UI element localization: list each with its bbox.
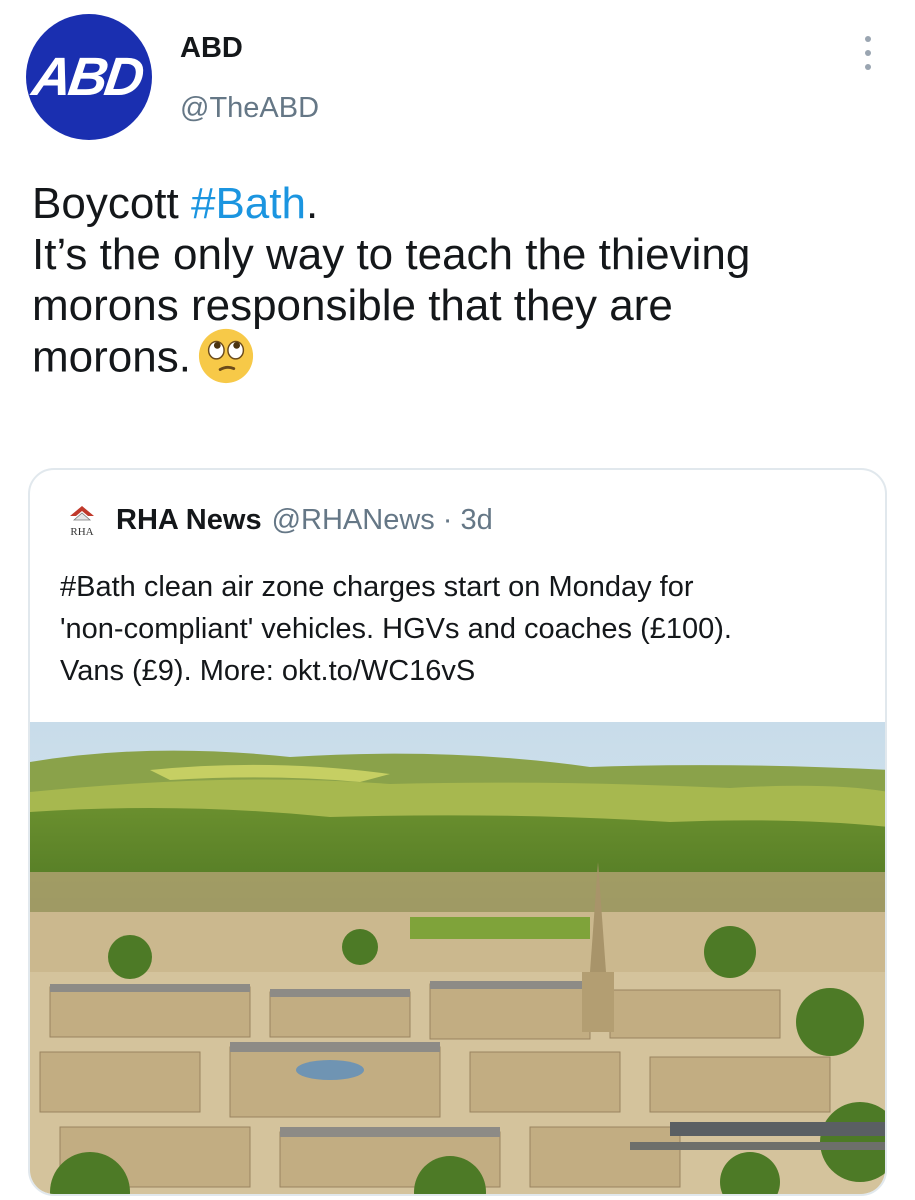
more-dot [865,50,871,56]
more-dot [865,64,871,70]
author-handle[interactable]: @TheABD [180,92,319,125]
quoted-text-line: #Bath clean air zone charges start on Mo… [60,571,694,603]
rolling-eyes-emoji-icon [198,328,254,384]
rha-logo-icon: RHA [70,506,94,538]
rha-logo-text: RHA [70,526,93,538]
quoted-separator: · [442,503,453,536]
more-options-icon[interactable] [858,36,878,70]
tweet-text-fragment: . [305,179,319,228]
tweet-line-1: Boycott #Bath. [32,178,892,229]
quoted-timestamp: 3d [460,503,493,536]
avatar[interactable]: ABD [26,14,152,140]
more-dot [865,36,871,42]
quoted-display-name: RHA News [116,503,262,536]
hashtag-link[interactable]: #Bath [191,179,306,228]
tweet-line-2: It’s the only way to teach the thieving [32,230,751,279]
quoted-tweet-text: #Bath clean air zone charges start on Mo… [60,566,870,692]
tweet-text-fragment: Boycott [32,179,191,228]
tweet-text-fragment: morons. [32,332,191,382]
quoted-tweet-header: RHA RHA News @RHANews · 3d [60,502,493,538]
avatar-logo-text: ABD [28,47,146,107]
author-display-name[interactable]: ABD [180,32,243,65]
tweet-line-4: morons. [32,328,892,389]
quoted-text-line: Vans (£9). More: okt.to/WC16vS [60,655,476,687]
bath-city-photo[interactable] [30,722,887,1196]
quoted-text-line: 'non-compliant' vehicles. HGVs and coach… [60,613,732,645]
quoted-handle: @RHANews [271,503,435,536]
quoted-tweet-card[interactable]: RHA RHA News @RHANews · 3d #Bath clean a… [28,468,887,1196]
tweet-line-3: morons responsible that they are [32,281,673,330]
tweet-text: Boycott #Bath. It’s the only way to teac… [32,178,892,389]
